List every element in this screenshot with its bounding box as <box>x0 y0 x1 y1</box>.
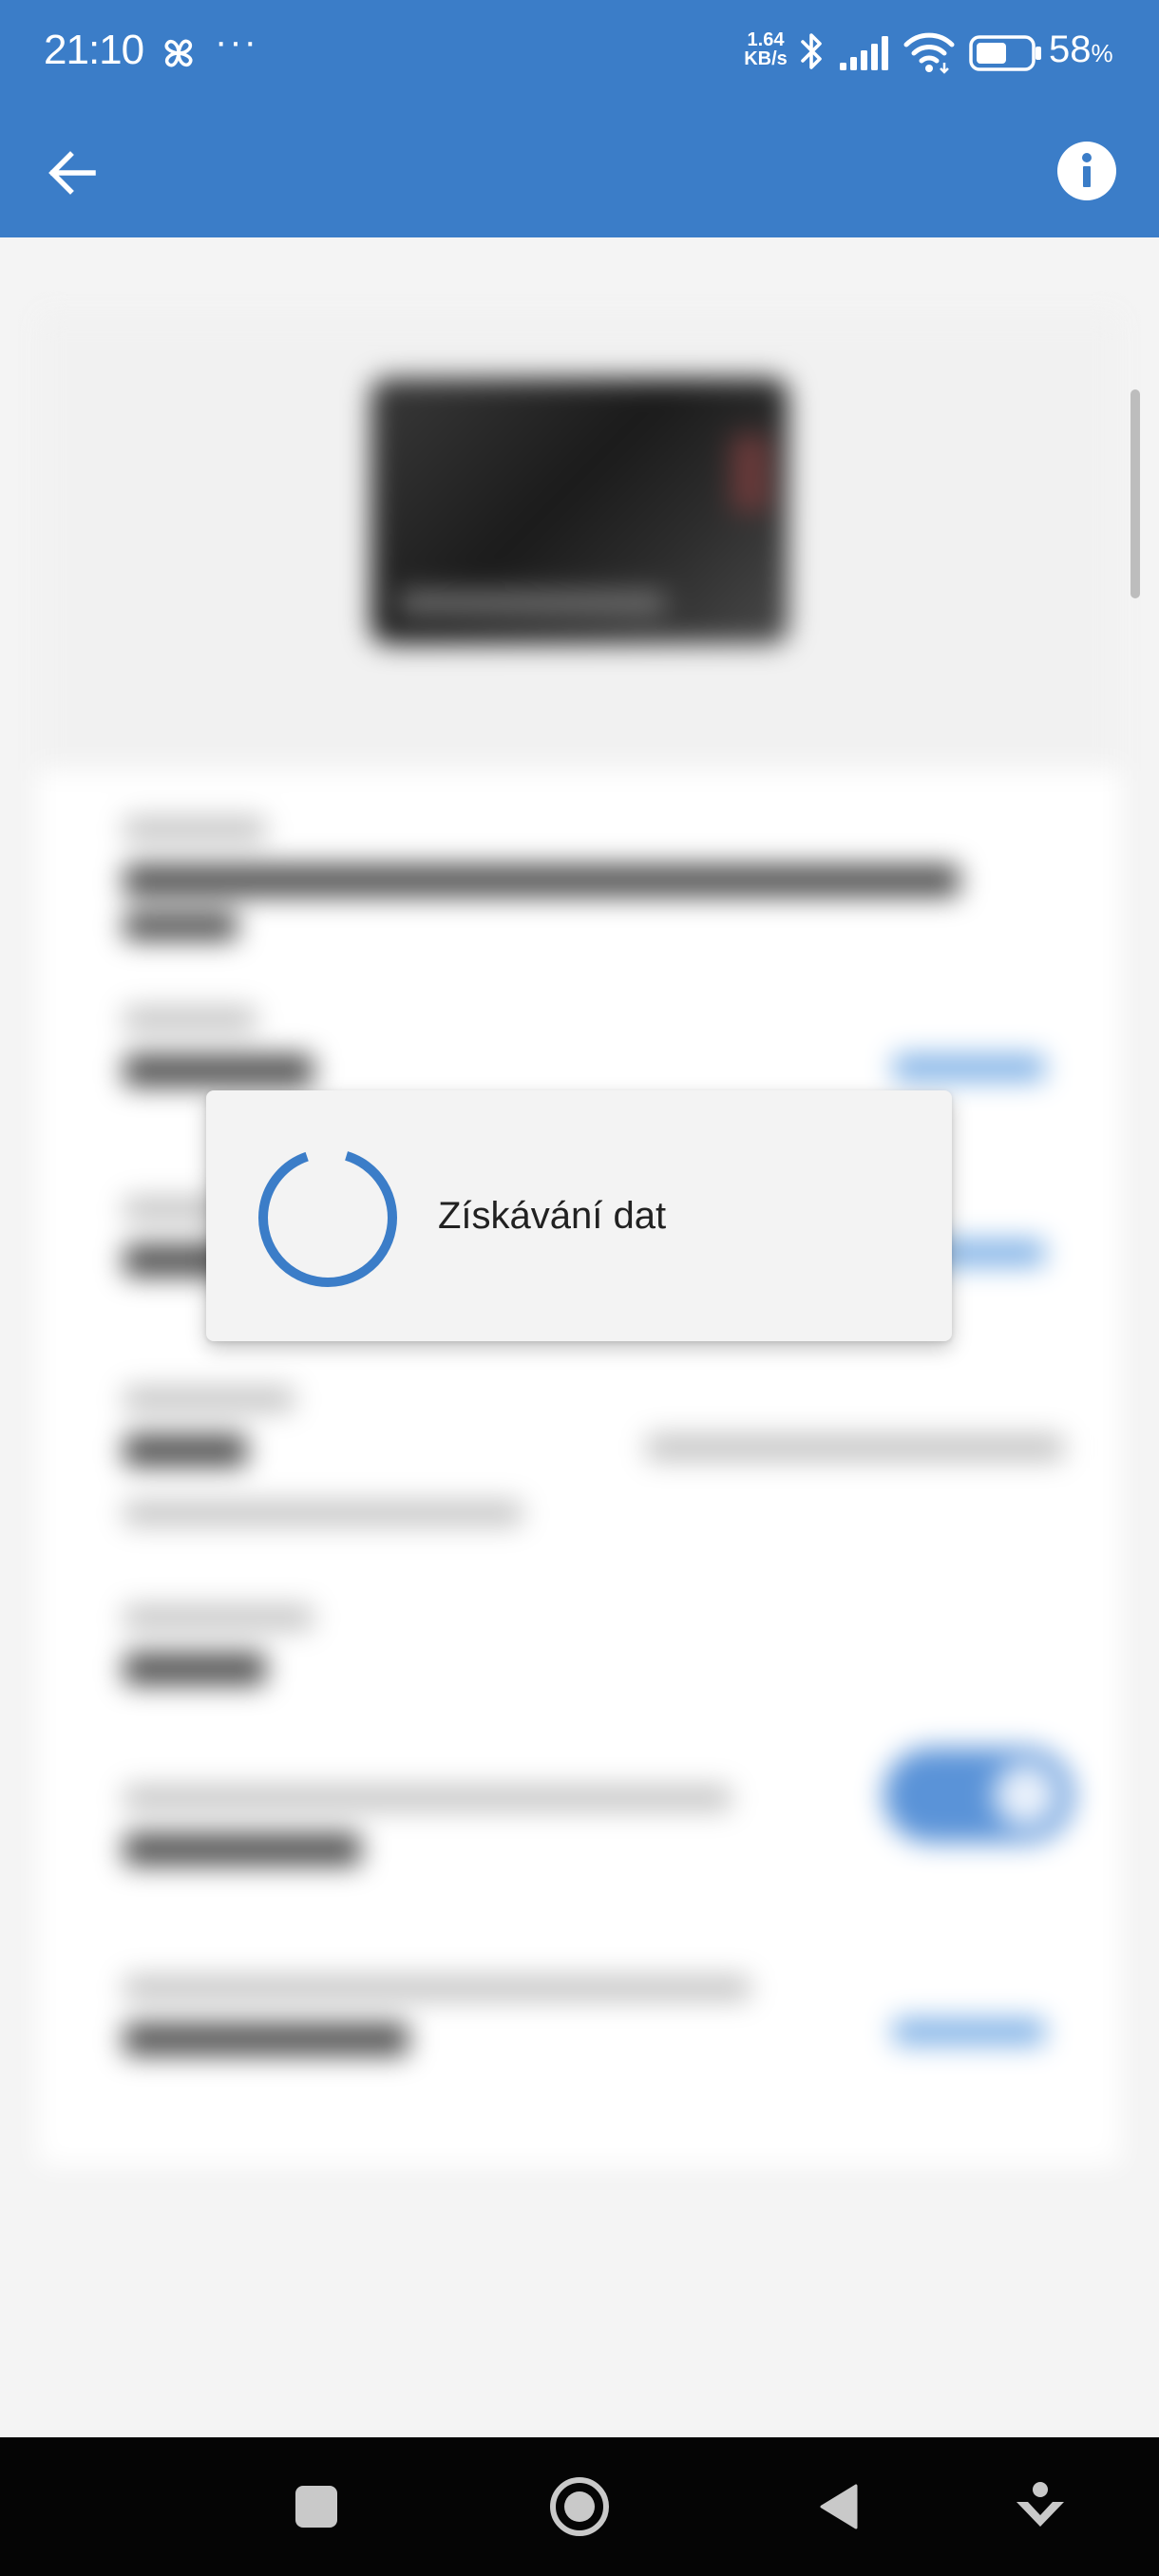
loading-message: Získávání dat <box>438 1195 667 1237</box>
triangle-back-icon <box>820 2484 858 2529</box>
loading-spinner-icon <box>258 1148 397 1287</box>
assistant-button[interactable] <box>990 2456 1091 2557</box>
wifi-icon <box>903 32 955 74</box>
signal-icon <box>840 36 888 70</box>
blurred-toggle <box>884 1748 1074 1843</box>
status-bar: 21:10 ··· 1.64 KB/s 58% <box>0 0 1159 104</box>
info-icon <box>1057 142 1116 200</box>
status-time: 21:10 <box>44 27 144 73</box>
app-bar <box>0 104 1159 237</box>
scrollbar-thumb[interactable] <box>1130 389 1140 598</box>
info-button[interactable] <box>1049 133 1125 209</box>
battery-unit: % <box>1091 39 1113 67</box>
screen: 21:10 ··· 1.64 KB/s 58% Získávání dat <box>0 0 1159 2576</box>
status-overflow-dots: ··· <box>215 21 258 63</box>
network-speed: 1.64 KB/s <box>737 30 794 68</box>
nav-back-button[interactable] <box>788 2456 889 2557</box>
home-button[interactable] <box>529 2456 630 2557</box>
recents-button[interactable] <box>266 2456 367 2557</box>
back-button[interactable] <box>34 135 110 211</box>
assistant-icon <box>1016 2482 1064 2527</box>
circle-icon <box>550 2477 609 2536</box>
header: 21:10 ··· 1.64 KB/s 58% <box>0 0 1159 237</box>
details-card <box>38 769 1121 2166</box>
arrow-left-icon <box>48 151 96 195</box>
fan-icon <box>164 39 193 67</box>
battery-percentage: 58% <box>1049 28 1113 71</box>
thumbnail-image <box>370 378 788 644</box>
loading-dialog: Získávání dat <box>206 1090 952 1341</box>
bluetooth-icon <box>801 33 822 69</box>
battery-icon <box>969 35 1041 71</box>
square-icon <box>295 2486 337 2528</box>
network-speed-value: 1.64 <box>747 29 785 50</box>
navigation-bar <box>0 2437 1159 2576</box>
network-speed-unit: KB/s <box>744 48 788 69</box>
battery-value: 58 <box>1049 28 1092 70</box>
